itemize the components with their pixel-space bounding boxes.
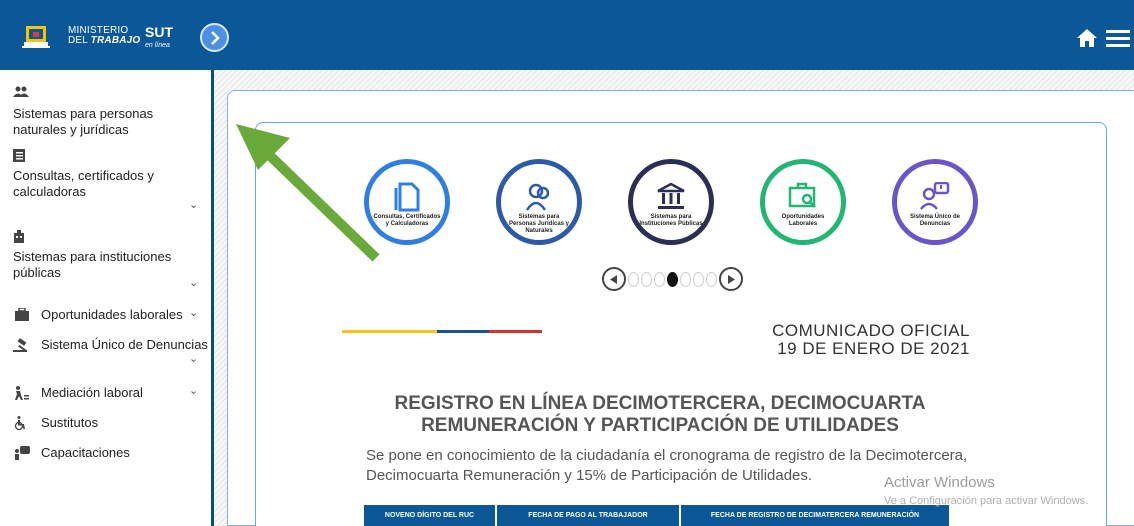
- carousel-label: Sistema Único de Denuncias: [909, 214, 960, 227]
- triangle-left-icon: [610, 274, 617, 284]
- carousel-item-denuncias[interactable]: Sistema Único de Denuncias: [892, 159, 978, 245]
- sidebar-item-label: Oportunidades laborales: [41, 307, 183, 322]
- carousel-dot[interactable]: [680, 271, 691, 287]
- flag-stripe-yellow: [342, 330, 437, 333]
- carousel-item-consultas[interactable]: Consultas, Certificados y Calculadoras: [364, 159, 450, 245]
- comunicado-line1: COMUNICADO OFICIAL: [772, 321, 970, 340]
- hamburger-menu-icon[interactable]: [1106, 28, 1130, 48]
- building-icon: [14, 230, 24, 243]
- flag-stripe-blue: [437, 330, 489, 333]
- sidebar-item-personas[interactable]: Sistemas para personas naturales y juríd…: [13, 86, 183, 138]
- announcement-headline: REGISTRO EN LÍNEA DECIMOTERCERA, DECIMOC…: [394, 393, 926, 436]
- walking-icon: [15, 385, 29, 400]
- home-icon[interactable]: [1076, 28, 1098, 48]
- chevron-down-icon[interactable]: ⌄: [189, 276, 198, 289]
- activate-windows-title: Activar Windows: [884, 474, 995, 491]
- carousel-label: Sistemas para Instituciones Públicas: [639, 214, 703, 227]
- ministry-line2-a: DEL: [68, 35, 88, 46]
- ministry-name[interactable]: MINISTERIO DEL TRABAJO: [68, 26, 140, 46]
- sidebar-toggle-button[interactable]: [200, 23, 229, 52]
- carousel-dot[interactable]: [654, 271, 665, 287]
- users-icon: [525, 183, 550, 211]
- sidebar-item-label: Sustitutos: [41, 415, 99, 430]
- chevron-right-icon: [210, 30, 220, 45]
- sidebar-item-label: Sistema Único de Denuncias: [41, 337, 208, 352]
- sidebar-item-mediacion[interactable]: Mediación laboral: [13, 385, 143, 400]
- sut-title: SUT: [145, 24, 173, 40]
- chevron-down-icon[interactable]: ⌄: [189, 384, 198, 397]
- sidebar: Sistemas para personas naturales y juríd…: [0, 70, 213, 526]
- sidebar-item-denuncias[interactable]: Sistema Único de Denuncias: [13, 337, 208, 352]
- sidebar-item-label: Capacitaciones: [41, 445, 130, 460]
- carousel-dot[interactable]: [706, 271, 717, 287]
- carousel-dot[interactable]: [628, 271, 639, 287]
- table-header-cell: NOVENO DÍGITO DEL RUC: [364, 505, 497, 526]
- sidebar-item-label: Sistemas para personas naturales y juríd…: [13, 106, 154, 137]
- institution-icon: [657, 182, 685, 209]
- people-icon: [13, 86, 29, 97]
- schedule-table-header: NOVENO DÍGITO DEL RUC FECHA DE PAGO AL T…: [364, 505, 951, 526]
- sidebar-item-label: Mediación laboral: [41, 385, 143, 400]
- wheelchair-icon: [14, 415, 25, 430]
- sidebar-item-oportunidades[interactable]: Oportunidades laborales: [13, 307, 183, 322]
- carousel-dot-active[interactable]: [667, 271, 678, 287]
- comunicado-title: COMUNICADO OFICIAL 19 DE ENERO DE 2021: [770, 322, 970, 358]
- carousel-item-personas[interactable]: Sistemas para Personas Jurídicas y Natur…: [496, 159, 582, 245]
- activate-windows-subtitle: Ve a Configuración para activar Windows.: [884, 495, 1089, 507]
- document-icon: [394, 182, 420, 212]
- ministry-line2-b: TRABAJO: [90, 35, 141, 46]
- carousel-dot[interactable]: [693, 271, 704, 287]
- chevron-down-icon[interactable]: ⌄: [189, 306, 198, 319]
- sut-logo[interactable]: SUT en línea: [145, 25, 173, 53]
- table-header-cell: FECHA DE REGISTRO DE DECIMATERCERA REMUN…: [681, 505, 951, 526]
- carousel-item-oportunidades[interactable]: Oportunidades Laborales: [760, 159, 846, 245]
- carousel-label: Sistemas para Personas Jurídicas y Natur…: [508, 214, 570, 234]
- sidebar-item-label: Sistemas para instituciones públicas: [13, 249, 172, 280]
- carousel-label: Oportunidades Laborales: [781, 214, 825, 227]
- sut-subtitle: en línea: [145, 42, 170, 49]
- ministry-logo-icon[interactable]: [20, 24, 52, 52]
- top-header: MINISTERIO DEL TRABAJO SUT en línea: [0, 0, 1134, 70]
- document-list-icon: [13, 149, 25, 162]
- carousel-item-instituciones[interactable]: Sistemas para Instituciones Públicas: [628, 159, 714, 245]
- carousel-dot[interactable]: [641, 271, 652, 287]
- sidebar-item-consultas[interactable]: Consultas, certificados y calculadoras: [13, 149, 183, 200]
- briefcase-icon: [15, 308, 29, 321]
- table-header-cell: FECHA DE PAGO AL TRABAJADOR: [497, 505, 681, 526]
- carousel-pager: [602, 266, 743, 292]
- briefcase-search-icon: [788, 182, 816, 208]
- flag-stripe-red: [489, 330, 542, 333]
- carousel-label: Consultas, Certificados y Calculadoras: [373, 214, 441, 227]
- complaint-icon: [920, 182, 950, 210]
- sidebar-item-instituciones[interactable]: Sistemas para instituciones públicas: [13, 230, 183, 281]
- carousel-next-button[interactable]: [719, 267, 743, 291]
- sidebar-item-sustitutos[interactable]: Sustitutos: [13, 415, 98, 430]
- gavel-icon: [13, 337, 27, 352]
- carousel-prev-button[interactable]: [602, 267, 626, 291]
- sidebar-item-label: Consultas, certificados y calculadoras: [13, 168, 154, 199]
- triangle-right-icon: [728, 274, 735, 284]
- sidebar-item-capacitaciones[interactable]: Capacitaciones: [13, 445, 130, 460]
- chevron-down-icon[interactable]: ⌄: [189, 198, 198, 211]
- comunicado-date: 19 DE ENERO DE 2021: [777, 339, 970, 358]
- training-icon: [15, 445, 30, 460]
- chevron-down-icon[interactable]: ⌄: [189, 352, 198, 365]
